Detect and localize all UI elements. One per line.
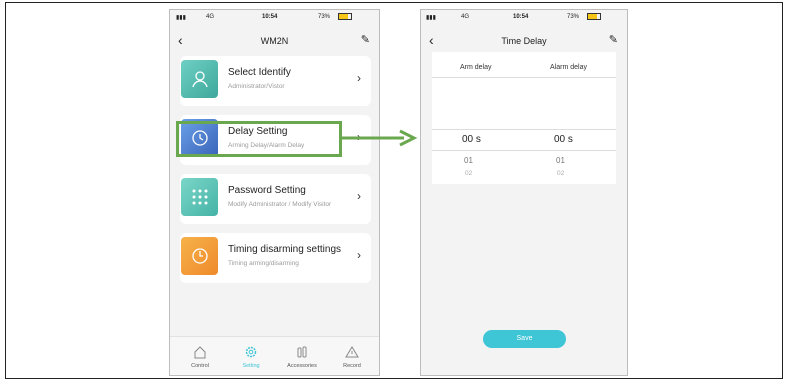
column-alarm-delay: Alarm delay [550,64,587,71]
page-title: Time Delay [501,36,547,46]
status-bar: ▮▮▮ 4G 10:54 73% [421,10,627,24]
battery-icon [338,13,352,20]
tab-record[interactable]: Record [328,337,376,375]
alert-icon [345,346,359,358]
home-icon [194,346,206,359]
delay-picker[interactable]: Arm delay Alarm delay 00 s 01 02 00 s 01… [432,52,616,184]
figure-frame-bottom [5,378,783,379]
clock-time: 10:54 [262,14,278,20]
arm-delay-option[interactable]: 01 [464,156,473,165]
tab-label: Setting [242,363,260,369]
arm-delay-option[interactable]: 02 [465,170,472,177]
figure-frame [5,2,783,379]
card-select-identify[interactable]: Select Identify Administrator/Vistor › [180,56,371,106]
edit-icon[interactable]: ✎ [609,33,618,46]
battery-percent: 73% [318,14,331,20]
gear-icon [245,346,257,358]
chevron-right-icon: › [357,248,361,262]
nav-bar: ‹ WM2N ✎ [170,28,379,54]
nav-bar: ‹ Time Delay ✎ [421,28,627,54]
chevron-right-icon: › [357,189,361,203]
card-title: Timing disarming settings [228,244,342,255]
network-label: 4G [461,14,470,20]
alarm-delay-option[interactable]: 01 [556,156,565,165]
tab-label: Record [343,363,361,369]
card-subtitle: Timing arming/disarming [228,260,299,267]
signal-icon: ▮▮▮ [176,15,186,21]
clock-time: 10:54 [513,14,529,20]
card-title: Password Setting [228,185,306,196]
clock-icon [181,237,218,275]
battery-percent: 73% [567,14,580,20]
edit-icon[interactable]: ✎ [361,33,370,46]
card-subtitle: Administrator/Vistor [228,83,285,90]
status-bar: ▮▮▮ 4G 10:54 73% [170,10,379,24]
card-title: Select Identify [228,67,291,78]
divider [432,77,616,78]
user-icon [181,60,218,98]
highlight-box [176,121,342,157]
time-delay-screen: ▮▮▮ 4G 10:54 73% ‹ Time Delay ✎ Arm dela… [420,9,628,376]
alarm-delay-option[interactable]: 02 [557,170,564,177]
column-arm-delay: Arm delay [460,64,492,71]
battery-icon [587,13,601,20]
save-button[interactable]: Save [483,330,566,348]
tab-bar: Control Setting Accessories Record [170,336,379,375]
signal-icon: ▮▮▮ [426,15,436,21]
keypad-icon [181,178,218,216]
alarm-delay-selected[interactable]: 00 s [554,134,573,145]
arm-delay-selected[interactable]: 00 s [462,134,481,145]
card-password-setting[interactable]: Password Setting Modify Administrator / … [180,174,371,224]
page-title: WM2N [260,36,289,46]
tab-label: Control [191,363,209,369]
tab-label: Accessories [287,363,317,369]
card-subtitle: Modify Administrator / Modify Visitor [228,201,332,208]
card-timing-disarming[interactable]: Timing disarming settings Timing arming/… [180,233,371,283]
chevron-right-icon: › [357,71,361,85]
tab-control[interactable]: Control [176,337,224,375]
tab-accessories[interactable]: Accessories [278,337,326,375]
accessories-icon [297,346,307,358]
tab-setting[interactable]: Setting [227,337,275,375]
picker-selection-top [432,129,616,130]
picker-selection-bottom [432,150,616,151]
arrow-icon [342,129,418,147]
settings-screen: ▮▮▮ 4G 10:54 73% ‹ WM2N ✎ Select Identif… [169,9,380,376]
network-label: 4G [206,14,215,20]
